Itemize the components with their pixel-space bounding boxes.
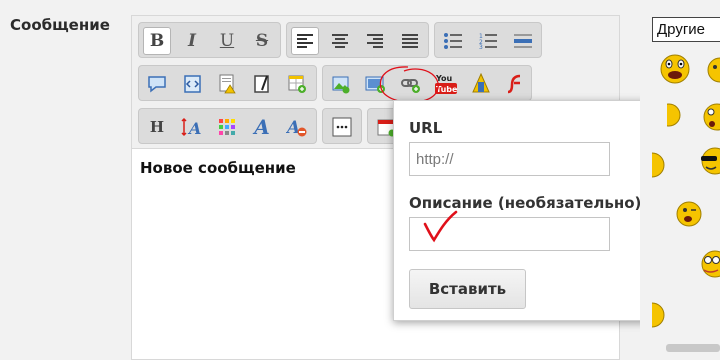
indent-button[interactable] [248,70,276,98]
url-input[interactable] [409,142,610,176]
smiley-winking-icon[interactable] [672,198,702,230]
smilies-tab-other[interactable]: Другие [652,17,720,42]
smiley-partial-icon[interactable] [652,300,666,330]
youtube-button[interactable]: You Tube [432,70,460,98]
more-button[interactable] [328,113,356,141]
text-style-group: B I U S [138,22,281,58]
spoiler-button[interactable] [213,70,241,98]
smiley-cool-icon[interactable] [698,146,720,176]
smiley-surprised-icon[interactable] [700,100,720,134]
horizontal-rule-button[interactable] [509,27,537,55]
quote-button[interactable] [143,70,171,98]
smiley-edge-icon[interactable] [667,100,687,130]
align-left-icon [297,34,313,48]
underline-button[interactable]: U [213,27,241,55]
insert-block-group [138,65,317,101]
editor-content[interactable]: Новое сообщение [140,159,296,177]
strikethrough-button[interactable]: S [248,27,276,55]
align-left-button[interactable] [291,27,319,55]
numbered-list-button[interactable]: 123 [474,27,502,55]
page-edit-icon [254,75,269,93]
alignment-group [286,22,429,58]
link-popup: URL Описание (необязательно) Вставить [393,100,673,321]
smiley-half-icon[interactable] [652,150,666,180]
media-group: You Tube [322,65,532,101]
code-icon [184,75,201,93]
italic-button[interactable]: I [178,27,206,55]
smiley-grin-icon[interactable] [704,55,720,85]
image-upload-icon [365,76,385,93]
bullet-list-button[interactable] [439,27,467,55]
link-icon [401,79,420,93]
flash-button[interactable] [502,70,530,98]
insert-button[interactable]: Вставить [409,269,526,309]
smilies-scrollbar[interactable] [666,344,720,352]
align-center-button[interactable] [326,27,354,55]
youtube-label-top: You [435,74,453,83]
remove-format-button[interactable]: A [283,113,311,141]
italic-icon: I [188,30,196,51]
bold-icon: B [149,30,165,51]
horizontal-rule-icon [514,34,532,48]
heading-button[interactable]: H [143,113,171,141]
svg-text:A: A [187,119,201,137]
code-button[interactable] [178,70,206,98]
youtube-icon: You Tube [435,74,458,94]
attachment-icon [472,73,490,93]
image-upload-button[interactable] [362,70,390,98]
list-group: 123 [434,22,542,58]
misc-group [322,108,362,144]
attachment-button[interactable] [467,70,495,98]
flash-icon [507,74,521,94]
underline-icon: U [219,30,235,51]
font-button[interactable]: A [248,113,276,141]
color-palette-icon [219,119,235,135]
ellipsis-icon [332,117,352,137]
url-label: URL [409,119,443,137]
align-right-button[interactable] [361,27,389,55]
color-button[interactable] [213,113,241,141]
speech-bubble-icon [148,76,166,93]
font-size-icon: A [181,117,201,137]
description-input[interactable] [409,217,610,251]
link-button[interactable] [397,70,425,98]
smiley-laugh-icon[interactable] [658,52,692,86]
font-group: H A A A [138,108,317,144]
justify-button[interactable] [396,27,424,55]
smiley-dizzy-icon[interactable] [698,248,720,280]
image-button[interactable] [327,70,355,98]
justify-icon [402,34,418,48]
align-right-icon [367,34,383,48]
bullet-list-icon [444,33,462,49]
svg-text:3: 3 [479,44,483,49]
strikethrough-icon: S [255,30,269,51]
description-label: Описание (необязательно) [409,194,642,212]
font-icon: A [254,115,270,139]
table-button[interactable] [283,70,311,98]
message-label: Сообщение [10,16,110,34]
numbered-list-icon: 123 [479,33,497,49]
youtube-label-bottom: Tube [436,85,458,94]
bold-button[interactable]: B [143,27,171,55]
heading-icon: H [149,117,165,136]
image-icon [332,76,350,94]
warning-document-icon [219,74,236,94]
font-size-button[interactable]: A [178,113,206,141]
table-add-icon [288,75,306,93]
remove-format-icon: A [286,118,307,137]
align-center-icon [332,34,348,48]
